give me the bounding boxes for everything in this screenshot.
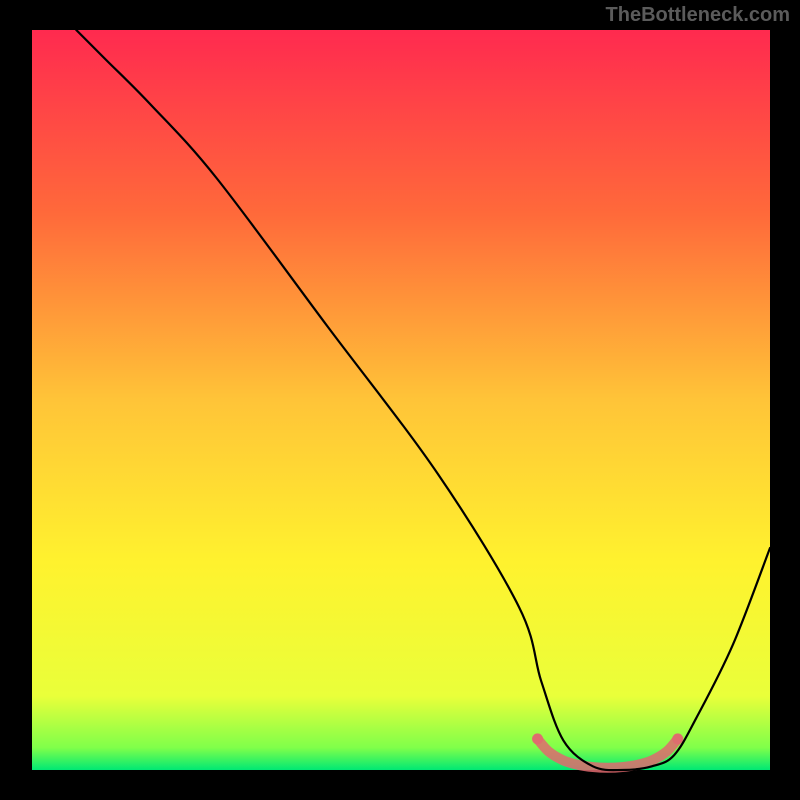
chart-frame: { "watermark": "TheBottleneck.com", "cha… [0,0,800,800]
gradient-background [32,30,770,770]
watermark-text: TheBottleneck.com [606,4,790,27]
chart-svg [0,0,800,800]
